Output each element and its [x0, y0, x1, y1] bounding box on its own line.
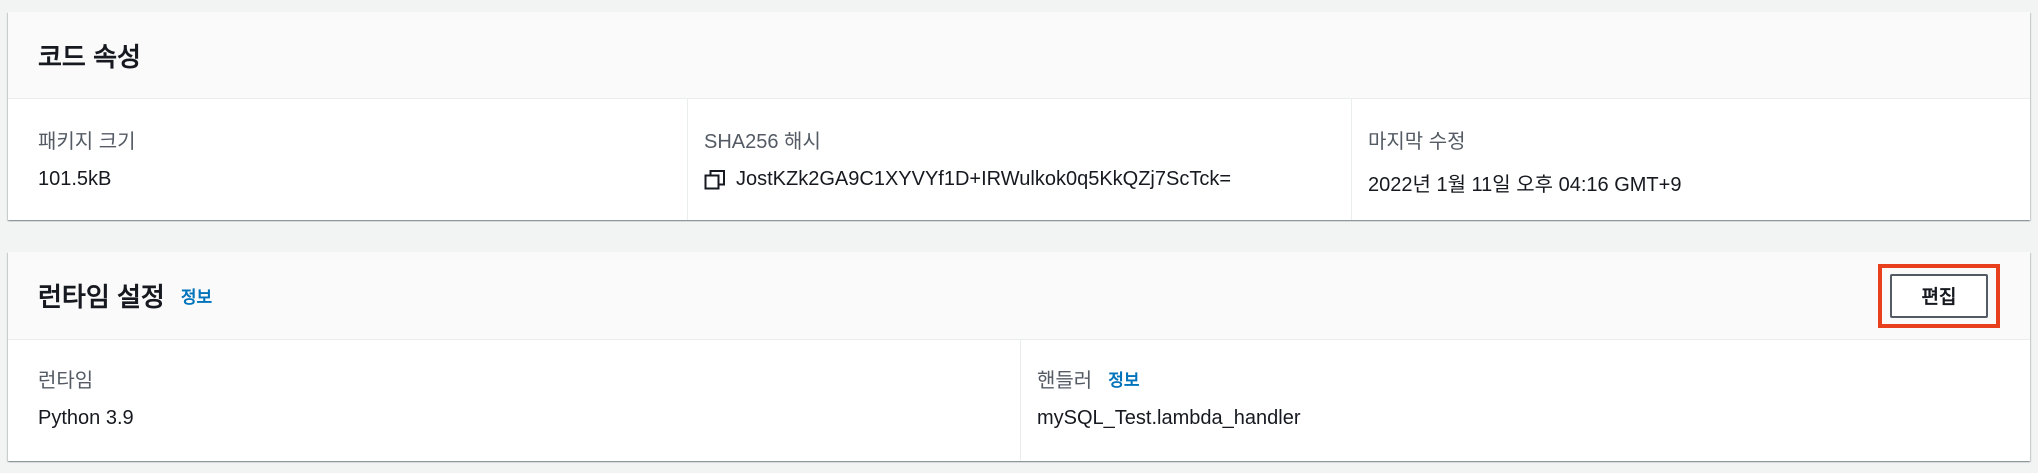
package-size-label: 패키지 크기	[38, 131, 136, 153]
sha256-row: JostKZk2GA9C1XYVYf1D+IRWulkok0q5KkQZj7Sc…	[704, 168, 1351, 191]
runtime-settings-panel: 런타임 설정 정보 편집 런타임 Python 3.9 핸들러 정보 mySQL…	[8, 252, 2030, 461]
runtime-settings-info-link[interactable]: 정보	[181, 283, 212, 308]
sha256-label: SHA256 해시	[704, 131, 821, 153]
last-modified-column: 마지막 수정 2022년 1월 11일 오후 04:16 GMT+9	[1351, 99, 2030, 220]
code-properties-title: 코드 속성	[38, 41, 141, 72]
sha256-column: SHA256 해시 JostKZk2GA9C1XYVYf1D+IRWulkok0…	[687, 99, 1351, 220]
runtime-value: Python 3.9	[38, 407, 134, 429]
code-properties-panel: 코드 속성 패키지 크기 101.5kB SHA256 해시 JostKZk2G…	[8, 12, 2030, 220]
code-properties-header: 코드 속성	[8, 12, 2030, 99]
runtime-settings-body: 런타임 Python 3.9 핸들러 정보 mySQL_Test.lambda_…	[8, 340, 2030, 461]
sha256-value: JostKZk2GA9C1XYVYf1D+IRWulkok0q5KkQZj7Sc…	[736, 168, 1232, 190]
package-size-column: 패키지 크기 101.5kB	[8, 99, 687, 220]
handler-info-link[interactable]: 정보	[1108, 366, 1139, 391]
handler-label-row: 핸들러 정보	[1037, 364, 2030, 393]
package-size-value: 101.5kB	[38, 168, 112, 190]
copy-icon[interactable]	[704, 169, 726, 191]
last-modified-value: 2022년 1월 11일 오후 04:16 GMT+9	[1368, 174, 1682, 196]
runtime-settings-title: 런타임 설정	[38, 282, 165, 312]
edit-button-highlight: 편집	[1878, 263, 2000, 328]
code-properties-body: 패키지 크기 101.5kB SHA256 해시 JostKZk2GA9C1XY…	[8, 99, 2030, 220]
handler-value: mySQL_Test.lambda_handler	[1037, 407, 1301, 429]
last-modified-label: 마지막 수정	[1368, 131, 1466, 153]
handler-column: 핸들러 정보 mySQL_Test.lambda_handler	[1020, 340, 2030, 461]
handler-label: 핸들러	[1037, 370, 1093, 392]
runtime-column: 런타임 Python 3.9	[8, 340, 1020, 461]
runtime-settings-header: 런타임 설정 정보 편집	[8, 252, 2030, 340]
runtime-label: 런타임	[38, 370, 94, 392]
edit-button[interactable]: 편집	[1890, 273, 1988, 318]
